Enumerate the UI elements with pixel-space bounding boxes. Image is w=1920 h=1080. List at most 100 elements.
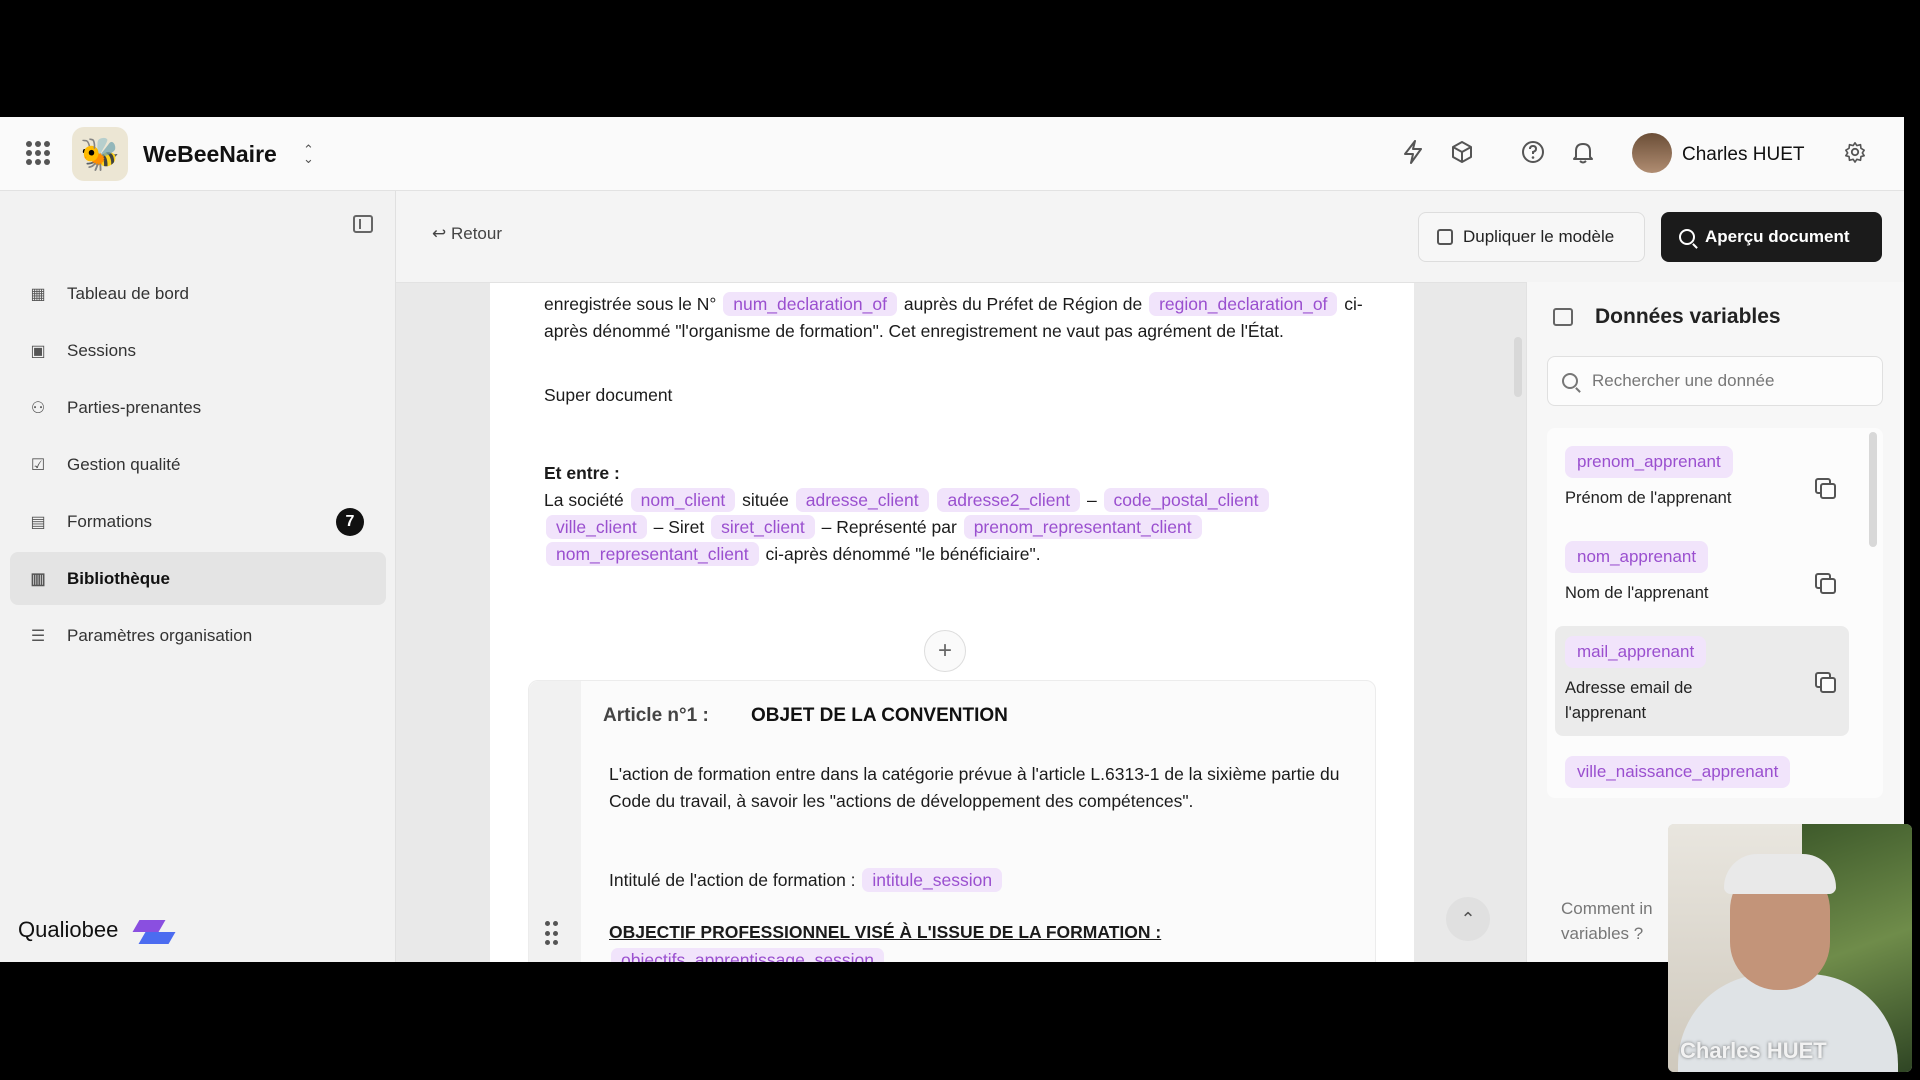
document-editor: enregistrée sous le N° num_declaration_o… xyxy=(396,282,1526,962)
variable-chip[interactable]: prenom_representant_client xyxy=(963,515,1202,539)
box-icon[interactable] xyxy=(1451,140,1473,170)
search-icon xyxy=(1562,373,1578,389)
copy-icon[interactable] xyxy=(1815,672,1836,693)
variable-chip[interactable]: nom_client xyxy=(630,488,736,512)
document-page[interactable]: enregistrée sous le N° num_declaration_o… xyxy=(490,283,1414,962)
text: – Représenté par xyxy=(821,517,957,537)
text: ci-après dénommé "le bénéficiaire". xyxy=(765,544,1041,564)
duplicate-icon xyxy=(1437,229,1453,245)
variable-item[interactable]: mail_apprenant Adresse email de l'appren… xyxy=(1555,626,1849,736)
bell-icon[interactable] xyxy=(1572,140,1594,170)
variable-item[interactable]: prenom_apprenant Prénom de l'apprenant xyxy=(1555,436,1849,521)
sidebar-item-bibliotheque[interactable]: ▥ Bibliothèque xyxy=(10,552,386,605)
variable-chip[interactable]: siret_client xyxy=(711,515,815,539)
user-avatar[interactable] xyxy=(1632,133,1672,173)
article-intitule[interactable]: Intitulé de l'action de formation : inti… xyxy=(609,867,1349,894)
variable-list: prenom_apprenant Prénom de l'apprenant n… xyxy=(1547,428,1883,798)
article-gutter xyxy=(529,681,581,962)
variable-chip[interactable]: nom_apprenant xyxy=(1565,541,1709,573)
article-block[interactable]: Article n°1 : OBJET DE LA CONVENTION L'a… xyxy=(528,680,1376,962)
sidebar-item-label: Paramètres organisation xyxy=(67,625,253,645)
top-bar: 🐝 WeBeeNaire ⌃ ⌄ Charles HUET xyxy=(0,117,1904,191)
variable-chip[interactable]: nom_representant_client xyxy=(546,542,759,566)
dashboard-icon: ▦ xyxy=(30,285,46,303)
add-block-button[interactable]: + xyxy=(924,630,966,672)
paragraph-super-document[interactable]: Super document xyxy=(544,382,1374,409)
variable-chip[interactable]: adresse_client xyxy=(795,488,929,512)
collapse-sidebar-icon[interactable] xyxy=(353,215,373,233)
variable-chip[interactable]: num_declaration_of xyxy=(723,292,897,316)
paragraph-registration[interactable]: enregistrée sous le N° num_declaration_o… xyxy=(544,291,1374,345)
sidebar-item-parties-prenantes[interactable]: ⚇ Parties-prenantes xyxy=(10,381,386,434)
people-icon: ⚇ xyxy=(30,399,46,417)
variable-description: Nom de l'apprenant xyxy=(1565,584,1709,602)
panel-scrollbar[interactable] xyxy=(1869,432,1877,547)
library-icon: ▥ xyxy=(30,570,46,588)
panel-title: Données variables xyxy=(1595,305,1781,328)
sidebar-item-label: Bibliothèque xyxy=(67,568,170,588)
search-icon xyxy=(1679,229,1695,245)
article-objective-heading[interactable]: OBJECTIF PROFESSIONNEL VISÉ À L'ISSUE DE… xyxy=(609,919,1349,946)
sidebar: ▦ Tableau de bord ▣ Sessions ⚇ Parties-p… xyxy=(0,191,396,962)
sidebar-item-label: Parties-prenantes xyxy=(67,397,202,417)
chevron-up-down-icon[interactable]: ⌃ ⌄ xyxy=(303,143,314,165)
text: – Siret xyxy=(653,517,705,537)
variable-chip[interactable]: region_declaration_of xyxy=(1149,292,1338,316)
variable-chip[interactable]: ville_naissance_apprenant xyxy=(1565,756,1791,788)
copy-icon[interactable] xyxy=(1815,478,1836,499)
article-objective-var[interactable]: objectifs_apprentissage_session xyxy=(609,947,1349,962)
text: située xyxy=(742,490,789,510)
variable-item[interactable]: ville_naissance_apprenant xyxy=(1555,746,1849,798)
sidebar-nav: ▦ Tableau de bord ▣ Sessions ⚇ Parties-p… xyxy=(10,267,386,666)
variable-chip[interactable]: ville_client xyxy=(546,515,647,539)
variable-search-input[interactable]: Rechercher une donnée xyxy=(1547,356,1883,406)
variable-chip[interactable]: mail_apprenant xyxy=(1565,636,1707,668)
sidebar-item-formations[interactable]: ▤ Formations 7 xyxy=(10,495,386,548)
sidebar-item-tableau-de-bord[interactable]: ▦ Tableau de bord xyxy=(10,267,386,320)
text: La société xyxy=(544,490,624,510)
scroll-to-top-button[interactable]: ⌃ xyxy=(1446,897,1490,941)
sidebar-item-label: Sessions xyxy=(67,340,136,360)
article-paragraph[interactable]: L'action de formation entre dans la caté… xyxy=(609,761,1349,815)
preview-label: Aperçu document xyxy=(1705,227,1850,246)
sidebar-item-sessions[interactable]: ▣ Sessions xyxy=(10,324,386,377)
variable-item[interactable]: nom_apprenant Nom de l'apprenant xyxy=(1555,531,1849,616)
variable-chip[interactable]: code_postal_client xyxy=(1103,488,1269,512)
back-link[interactable]: ↩ Retour xyxy=(432,224,502,244)
formations-count-badge: 7 xyxy=(336,508,364,536)
apps-grid-icon[interactable] xyxy=(26,141,50,165)
article-title[interactable]: OBJET DE LA CONVENTION xyxy=(751,705,1008,727)
variable-chip[interactable]: intitule_session xyxy=(862,868,1003,892)
sidebar-item-gestion-qualite[interactable]: ☑ Gestion qualité xyxy=(10,438,386,491)
sidebar-item-label: Tableau de bord xyxy=(67,283,189,303)
organization-name[interactable]: WeBeeNaire xyxy=(143,141,277,168)
checkbox-icon: ☑ xyxy=(30,456,46,474)
bee-logo-icon: 🐝 xyxy=(72,127,128,181)
help-icon[interactable] xyxy=(1521,140,1545,170)
sidebar-item-parametres-organisation[interactable]: ☰ Paramètres organisation xyxy=(10,609,386,662)
brand-name: Qualiobee xyxy=(18,917,119,942)
drag-handle-icon[interactable] xyxy=(545,921,559,947)
paragraph-heading[interactable]: Et entre : xyxy=(544,460,1374,487)
lightning-icon[interactable] xyxy=(1402,140,1424,170)
preview-document-button[interactable]: Aperçu document xyxy=(1661,212,1882,262)
copy-icon[interactable] xyxy=(1815,573,1836,594)
duplicate-label: Dupliquer le modèle xyxy=(1463,227,1615,246)
sessions-icon: ▣ xyxy=(30,342,46,360)
help-link[interactable]: Comment in variables ? xyxy=(1561,896,1681,946)
variable-chip[interactable]: prenom_apprenant xyxy=(1565,446,1733,478)
back-label: Retour xyxy=(450,224,502,243)
user-name[interactable]: Charles HUET xyxy=(1682,144,1804,166)
sidebar-item-label: Gestion qualité xyxy=(67,454,181,474)
presenter-cap xyxy=(1724,854,1836,894)
variable-chip[interactable]: objectifs_apprentissage_session xyxy=(611,948,884,962)
settings-gear-icon[interactable] xyxy=(1844,140,1866,170)
sidebar-item-label: Formations xyxy=(67,511,153,531)
duplicate-template-button[interactable]: Dupliquer le modèle xyxy=(1418,212,1645,262)
variable-chip[interactable]: adresse2_client xyxy=(937,488,1081,512)
panel-toggle-icon[interactable] xyxy=(1553,308,1573,326)
paragraph-client[interactable]: La société nom_client située adresse_cli… xyxy=(544,487,1374,568)
search-placeholder: Rechercher une donnée xyxy=(1592,371,1775,390)
editor-scrollbar[interactable] xyxy=(1514,337,1522,397)
book-icon: ▤ xyxy=(30,513,46,531)
